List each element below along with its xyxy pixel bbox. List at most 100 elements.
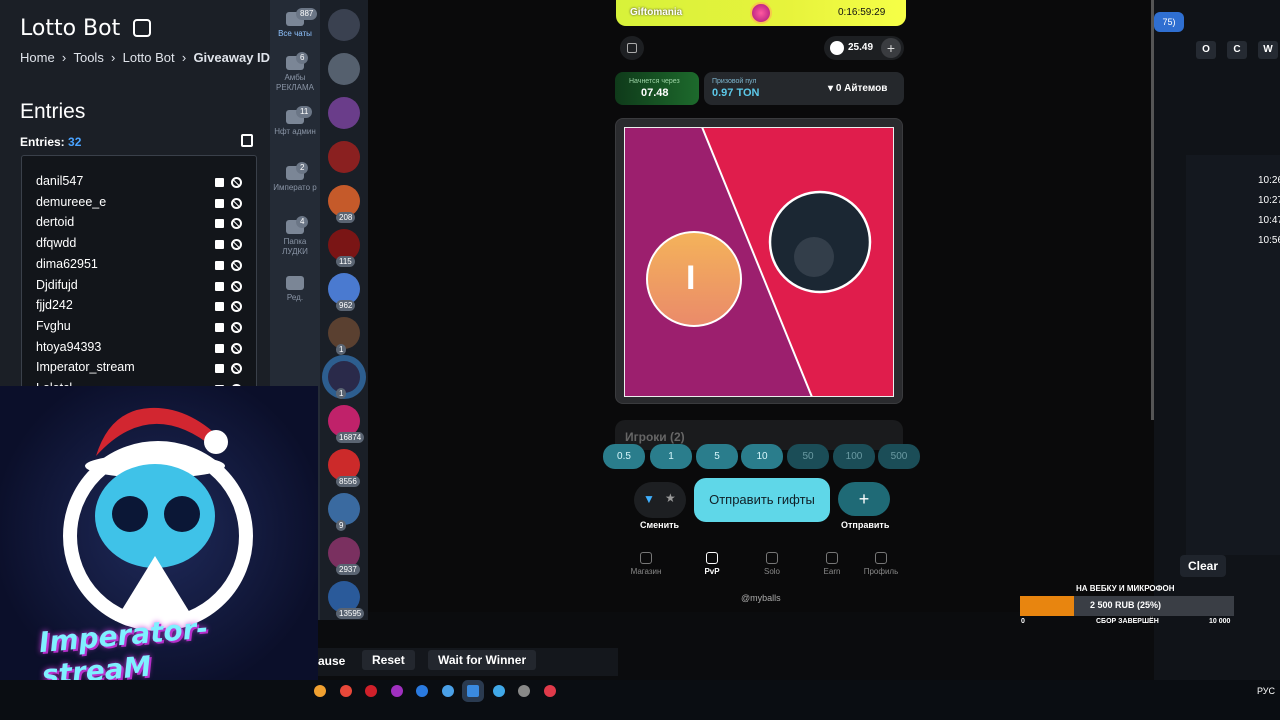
nav-item[interactable]: PvP — [692, 550, 732, 576]
unread-badge: 13595 — [336, 608, 365, 619]
entry-name: dfqwdd — [36, 236, 77, 251]
banner-name: Giftomania — [630, 7, 683, 18]
chat-avatar[interactable]: 9 — [328, 493, 360, 531]
remove-icon[interactable] — [215, 343, 224, 353]
language-indicator[interactable]: РУС — [1257, 686, 1275, 696]
entry-row: Djdifujd — [36, 278, 246, 296]
crown-icon — [750, 2, 772, 24]
folder-item[interactable]: 4 Папка ЛУДКИ — [270, 216, 320, 257]
nav-item[interactable]: Магазин — [626, 550, 666, 576]
folder-badge: 2 — [296, 162, 309, 174]
ban-icon[interactable] — [231, 259, 242, 271]
topup-button[interactable]: + — [881, 38, 901, 58]
chat-avatar[interactable]: 16874 — [328, 405, 365, 443]
balance-pill: 25.49 + — [824, 36, 904, 60]
remove-icon[interactable] — [215, 219, 224, 229]
banner-timer: 0:16:59:29 — [838, 7, 886, 18]
pool-card: Призовой пул 0.97 TON ▾ 0 Айтемов — [704, 72, 904, 105]
taskbar-app-icon[interactable] — [518, 685, 530, 697]
breadcrumb-lotto[interactable]: Lotto Bot — [123, 50, 175, 65]
chat-avatar[interactable]: 115 — [328, 229, 360, 267]
nav-icon — [875, 552, 887, 564]
copy-icon[interactable] — [241, 134, 253, 147]
taskbar-app-icon[interactable] — [314, 685, 326, 697]
breadcrumb-home[interactable]: Home — [20, 50, 55, 65]
time-entry: 10:47 — [1258, 215, 1280, 226]
chat-avatar[interactable]: 962 — [328, 273, 360, 311]
ban-icon[interactable] — [231, 239, 242, 251]
remove-icon[interactable] — [215, 260, 224, 270]
chat-avatar[interactable]: 1 — [328, 317, 360, 355]
wait-winner-button[interactable]: Wait for Winner — [428, 650, 537, 670]
mascot-body — [115, 556, 195, 621]
chat-avatar[interactable] — [328, 97, 360, 129]
remove-icon[interactable] — [215, 322, 224, 332]
time-entry: 10:56 — [1258, 235, 1280, 246]
remove-icon[interactable] — [215, 302, 224, 312]
nav-icon — [706, 552, 718, 564]
pause-button[interactable]: ause — [318, 654, 345, 668]
amount-chip[interactable]: 500 — [878, 444, 920, 469]
goal-bar: 2 500 RUB (25%) — [1020, 596, 1234, 616]
taskbar-app-icon[interactable] — [441, 685, 454, 697]
folder-item[interactable]: Ред. — [270, 276, 320, 303]
taskbar-app-icon[interactable] — [492, 685, 505, 697]
letter-button[interactable]: W — [1258, 41, 1278, 59]
unread-badge: 208 — [336, 212, 356, 223]
chat-avatar[interactable] — [328, 53, 360, 85]
chat-avatar[interactable]: 13595 — [328, 581, 365, 619]
letter-button[interactable]: O — [1196, 41, 1216, 59]
entry-name: danil547 — [36, 174, 84, 188]
ban-icon[interactable] — [231, 301, 242, 313]
right-panel: 75) OCW 10:26 10:27 10:47 10:56 Clear — [1154, 0, 1280, 680]
nav-label: PvP — [704, 567, 720, 576]
send-gifts-button[interactable]: Отправить гифты — [694, 478, 830, 522]
ban-icon[interactable] — [231, 321, 242, 333]
remove-icon[interactable] — [215, 364, 224, 374]
taskbar-app-icon[interactable] — [339, 685, 352, 697]
ban-icon[interactable] — [231, 280, 242, 292]
currency-toggle[interactable]: ▼ ★ — [634, 482, 686, 518]
remove-icon[interactable] — [215, 281, 224, 291]
ban-icon[interactable] — [231, 342, 242, 354]
chat-avatar[interactable] — [328, 141, 360, 173]
clear-button[interactable]: Clear — [1180, 555, 1226, 577]
taskbar-app-icon[interactable] — [543, 685, 556, 697]
chat-avatar[interactable]: 2937 — [328, 537, 360, 575]
folder-item[interactable]: 887 Все чаты — [270, 8, 320, 39]
letter-button[interactable]: C — [1227, 41, 1247, 59]
taskbar-app-icon[interactable] — [365, 685, 377, 697]
amount-chip[interactable]: 50 — [787, 444, 829, 469]
amount-chip[interactable]: 1 — [650, 444, 692, 469]
nav-item[interactable]: Solo — [752, 550, 792, 576]
chat-avatar[interactable]: 1 — [328, 361, 360, 399]
amount-chip[interactable]: 100 — [833, 444, 875, 469]
remove-icon[interactable] — [215, 240, 224, 250]
remove-icon[interactable] — [215, 198, 224, 208]
folder-item[interactable]: 2 Императо р — [270, 162, 320, 193]
taskbar-app-icon[interactable] — [467, 685, 479, 697]
event-banner[interactable]: Giftomania 0:16:59:29 — [616, 0, 906, 26]
nav-item[interactable]: Профиль — [861, 550, 901, 576]
taskbar-app-icon[interactable] — [416, 685, 428, 697]
amount-chip[interactable]: 0.5 — [603, 444, 645, 469]
breadcrumb: Home › Tools › Lotto Bot › Giveaway ID — [20, 50, 271, 65]
nav-item[interactable]: Earn — [812, 550, 852, 576]
taskbar-app-icon[interactable] — [390, 685, 403, 697]
chat-avatar[interactable]: 208 — [328, 185, 360, 223]
chat-avatar[interactable]: 8556 — [328, 449, 360, 487]
send-button[interactable]: + — [838, 482, 890, 516]
amount-chip[interactable]: 10 — [741, 444, 783, 469]
breadcrumb-tools[interactable]: Tools — [73, 50, 103, 65]
reset-button[interactable]: Reset — [362, 650, 415, 670]
folder-item[interactable]: 6 Амбы РЕКЛАМА — [270, 52, 320, 93]
history-button[interactable] — [620, 36, 644, 60]
ban-icon[interactable] — [231, 218, 242, 230]
remove-icon[interactable] — [215, 178, 224, 187]
ban-icon[interactable] — [231, 197, 242, 209]
ban-icon[interactable] — [231, 363, 242, 375]
amount-chip[interactable]: 5 — [696, 444, 738, 469]
folder-item[interactable]: 11 Нфт админ — [270, 106, 320, 137]
ban-icon[interactable] — [231, 177, 242, 188]
chat-avatar[interactable] — [328, 9, 360, 41]
